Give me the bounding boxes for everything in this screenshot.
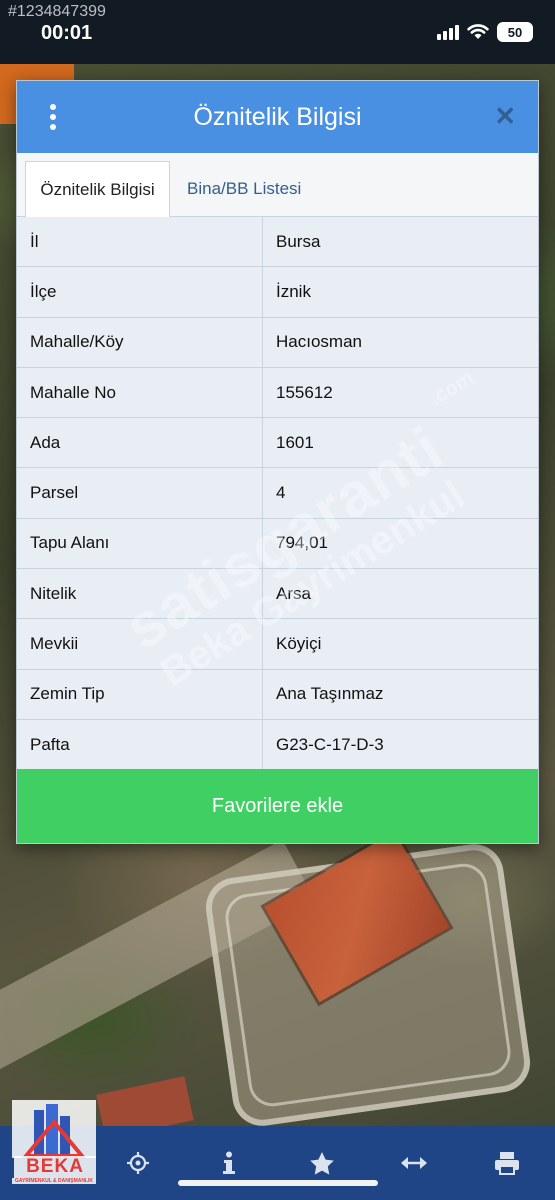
add-to-favorites-button[interactable]: Favorilere ekle: [17, 769, 538, 843]
attribute-key: Mahalle/Köy: [17, 317, 263, 367]
attribute-key: Mevkii: [17, 619, 263, 669]
attribute-value: G23-C-17-D-3: [276, 734, 384, 754]
table-row: İlçe İznik: [17, 267, 538, 318]
attribute-value: Ana Taşınmaz: [276, 684, 384, 704]
table-row: Pafta G23-C-17-D-3: [17, 719, 538, 771]
info-icon[interactable]: [212, 1148, 246, 1178]
attribute-key: Pafta: [17, 719, 263, 770]
table-row: Tapu Alanı 794,01: [17, 518, 538, 570]
status-bar: #1234847399 00:01 50: [0, 0, 555, 64]
attribute-key: Ada: [17, 418, 263, 468]
star-icon[interactable]: [305, 1148, 339, 1178]
battery-icon: 50: [497, 22, 533, 42]
kebab-menu-icon[interactable]: [47, 104, 59, 130]
attribute-key: Parsel: [17, 468, 263, 518]
attribute-value: 794,01: [276, 533, 328, 553]
attribute-key: Tapu Alanı: [17, 518, 263, 569]
crosshair-icon[interactable]: [121, 1148, 155, 1178]
listing-id: #1234847399: [8, 3, 106, 20]
logo-building-graphic: [12, 1100, 96, 1158]
logo-subtitle: GAYRİMENKUL & DANIŞMANLIK: [12, 1178, 96, 1184]
wifi-icon: [467, 24, 489, 39]
attribute-value: Arsa: [276, 583, 311, 603]
modal-title: Öznitelik Bilgisi: [193, 102, 362, 131]
beka-logo: BEKA GAYRİMENKUL & DANIŞMANLIK: [12, 1100, 96, 1188]
table-row: Mevkii Köyiçi: [17, 619, 538, 670]
table-row: Zemin Tip Ana Taşınmaz: [17, 669, 538, 720]
tab-attribute-info[interactable]: Öznitelik Bilgisi: [25, 161, 170, 217]
close-icon[interactable]: ✕: [494, 103, 516, 129]
attribute-key: İl: [17, 217, 263, 267]
attribute-table: İl Bursa İlçe İznik Mahalle/Köy Hacıosman Maha…: [17, 217, 538, 771]
status-time: 00:01: [41, 22, 93, 44]
status-icons: 50: [437, 22, 533, 42]
attribute-key: Mahalle No: [17, 367, 263, 418]
attribute-key: Nitelik: [17, 569, 263, 619]
modal-tabs: Öznitelik Bilgisi Bina/BB Listesi: [17, 153, 538, 217]
logo-name: BEKA: [14, 1156, 96, 1178]
attribute-value: 4: [276, 483, 286, 503]
attribute-value: Bursa: [276, 231, 321, 251]
cellular-signal-icon: [437, 24, 459, 40]
attribute-value: Köyiçi: [276, 634, 322, 654]
attribute-value: Hacıosman: [276, 332, 362, 352]
table-row: Mahalle/Köy Hacıosman: [17, 317, 538, 368]
table-row: Nitelik Arsa: [17, 569, 538, 620]
table-row: İl Bursa: [17, 217, 538, 268]
table-row: Parsel 4: [17, 468, 538, 519]
print-icon[interactable]: [490, 1148, 524, 1178]
attribute-value: İznik: [276, 281, 311, 301]
attribute-value: 155612: [276, 382, 333, 402]
table-row: Mahalle No 155612: [17, 367, 538, 419]
attribute-key: İlçe: [17, 267, 263, 317]
attribute-info-modal: Öznitelik Bilgisi ✕ Öznitelik Bilgisi Bi…: [16, 80, 539, 844]
table-row: Ada 1601: [17, 418, 538, 469]
home-indicator[interactable]: [178, 1180, 378, 1186]
tab-building-list[interactable]: Bina/BB Listesi: [187, 161, 301, 217]
attribute-key: Zemin Tip: [17, 669, 263, 719]
modal-header: Öznitelik Bilgisi ✕: [17, 81, 538, 153]
arrows-horizontal-icon[interactable]: [397, 1148, 431, 1178]
attribute-value: 1601: [276, 432, 314, 452]
